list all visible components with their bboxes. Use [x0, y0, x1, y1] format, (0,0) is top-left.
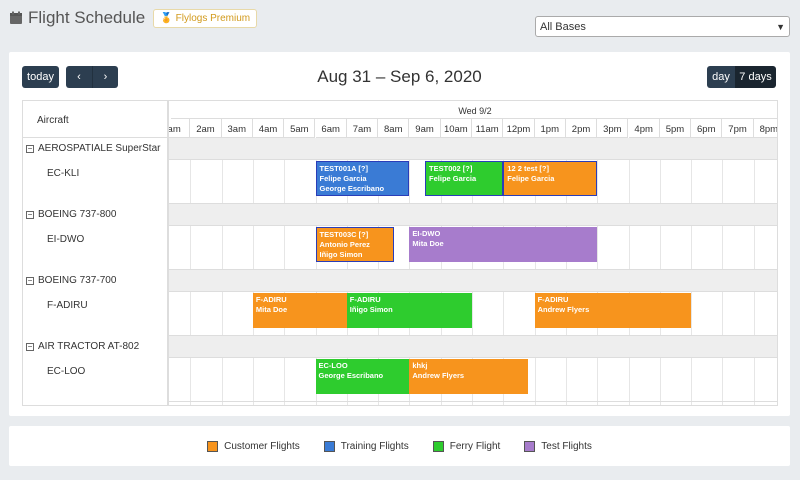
resource-column: Aircraft − AEROSPATIALE SuperStar EC-KLI − B… [23, 101, 169, 405]
hour-header: 5am [284, 119, 316, 138]
hour-header: 2pm [565, 119, 598, 138]
event-text: Antonio Perez [319, 240, 370, 249]
premium-label: Flylogs Premium [175, 12, 251, 24]
schedule-grid: Aircraft − AEROSPATIALE SuperStar EC-KLI − B… [22, 100, 778, 406]
calendar-icon [10, 11, 22, 24]
week-view-button[interactable]: 7 days [735, 66, 776, 88]
group-name: AIR TRACTOR AT-802 [38, 341, 140, 352]
flight-event[interactable]: TEST001A [?] Felipe Garcia George Escriban… [315, 161, 410, 196]
flight-event[interactable]: EC-LOO George Escribano [315, 359, 410, 394]
event-text: Iñigo Simon [319, 250, 363, 259]
collapse-minus-icon: − [26, 143, 34, 153]
chevron-down-icon: ▼ [776, 21, 785, 32]
aircraft-label: F-ADIRU [47, 300, 88, 311]
day-header: Wed 9/2 [171, 101, 777, 119]
group-name: BOEING 737-700 [38, 275, 117, 286]
event-text: 12 2 test [?] [507, 164, 549, 173]
collapse-minus-icon: − [26, 341, 34, 351]
aircraft-label: EC-LOO [47, 366, 86, 377]
event-text: EC-LOO [318, 361, 348, 370]
event-text: Felipe Garcia [429, 174, 477, 183]
aircraft-label: EC-KLI [47, 168, 80, 179]
legend-label: Test Flights [541, 440, 592, 452]
page-title: Flight Schedule [28, 8, 146, 27]
event-text: Andrew Flyers [412, 371, 465, 380]
calendar-panel: today ‹ › Aug 31 – Sep 6, 2020 day 7 day… [9, 52, 790, 416]
flight-event[interactable]: F-ADIRU Mita Doe [252, 293, 347, 328]
legend-label: Training Flights [340, 440, 409, 452]
event-text: F-ADIRU [349, 295, 381, 304]
hour-header: 10am [440, 119, 472, 138]
event-text: Iñigo Simon [349, 305, 393, 314]
hour-header: 7am [346, 119, 379, 138]
event-text: F-ADIRU [537, 295, 569, 304]
event-text: George Escribano [319, 184, 385, 193]
hour-header: 8pm [753, 119, 777, 138]
legend-swatch [432, 440, 444, 452]
flight-event[interactable]: EI-DWO Mita Doe [409, 227, 598, 262]
flight-event[interactable]: TEST002 [?] Felipe Garcia [425, 161, 504, 196]
group-name: BOEING 737-800 [38, 209, 117, 220]
bases-select[interactable]: All Bases ▼ [535, 16, 790, 37]
hour-header: 6am [315, 119, 347, 138]
collapse-minus-icon: − [26, 275, 34, 285]
legend-label: Ferry Flight [449, 440, 501, 452]
legend: Customer Flights Training Flights Ferry Fl… [9, 426, 790, 466]
event-text: Felipe Garcia [507, 174, 555, 183]
legend-item: Test Flights [524, 440, 592, 452]
event-text: F-ADIRU [255, 295, 287, 304]
legend-swatch [524, 440, 536, 452]
flight-event[interactable]: TEST003C [?] Antonio Perez Iñigo Simon [315, 227, 394, 262]
resource-header: Aircraft [23, 101, 169, 138]
group-toggle[interactable]: − BOEING 737-700 [26, 275, 116, 286]
event-text: Felipe Garcia [319, 174, 367, 183]
legend-label: Customer Flights [224, 440, 300, 452]
group-toggle[interactable]: − AIR TRACTOR AT-802 [26, 341, 139, 352]
group-toggle[interactable]: − AEROSPATIALE SuperStar [26, 143, 160, 154]
event-text: Mita Doe [255, 305, 288, 314]
event-text: TEST002 [?] [429, 164, 473, 173]
flight-event[interactable]: 12 2 test [?] Felipe Garcia [503, 161, 598, 196]
legend-item: Ferry Flight [432, 440, 501, 452]
group-name: AEROSPATIALE SuperStar [38, 143, 161, 154]
day-view-button[interactable]: day [707, 66, 735, 88]
hour-header: 5pm [659, 119, 692, 138]
hour-header: 12pm [503, 119, 535, 138]
hour-header: 3am [221, 119, 253, 138]
hour-header: 6pm [691, 119, 723, 138]
group-toggle[interactable]: − BOEING 737-800 [26, 209, 116, 220]
event-text: TEST001A [?] [319, 164, 368, 173]
event-text: Mita Doe [412, 239, 444, 248]
flight-event[interactable]: F-ADIRU Andrew Flyers [534, 293, 692, 328]
top-bar: Flight Schedule 🏅 Flylogs Premium All Ba… [0, 0, 800, 48]
medal-icon: 🏅 [160, 12, 173, 24]
hour-header: 11am [472, 119, 504, 138]
hour-header: 4pm [628, 119, 660, 138]
hour-header: 4am [252, 119, 285, 138]
aircraft-label: EI-DWO [47, 234, 85, 245]
hour-header: 2am [190, 119, 222, 138]
hour-header: 3pm [597, 119, 629, 138]
event-text: TEST003C [?] [319, 230, 369, 239]
event-text: Andrew Flyers [537, 305, 590, 314]
event-text: George Escribano [318, 371, 384, 380]
event-text: EI-DWO [412, 229, 441, 238]
collapse-minus-icon: − [26, 209, 34, 219]
legend-item: Training Flights [323, 440, 409, 452]
hour-header: 9am [409, 119, 441, 138]
hour-header: 7pm [722, 119, 754, 138]
title-wrap: Flight Schedule 🏅 Flylogs Premium [9, 8, 258, 28]
hour-header: 8am [378, 119, 410, 138]
bases-selected-value: All Bases [540, 20, 586, 33]
premium-badge[interactable]: 🏅 Flylogs Premium [153, 8, 258, 28]
flight-event[interactable]: khkj Andrew Flyers [409, 359, 529, 394]
date-range-title: Aug 31 – Sep 6, 2020 [317, 67, 482, 86]
flight-event[interactable]: F-ADIRU Iñigo Simon [346, 293, 472, 328]
legend-item: Customer Flights [207, 440, 300, 452]
hour-header: 1pm [534, 119, 566, 138]
event-text: khkj [412, 361, 428, 370]
legend-swatch [323, 440, 335, 452]
legend-swatch [207, 440, 219, 452]
